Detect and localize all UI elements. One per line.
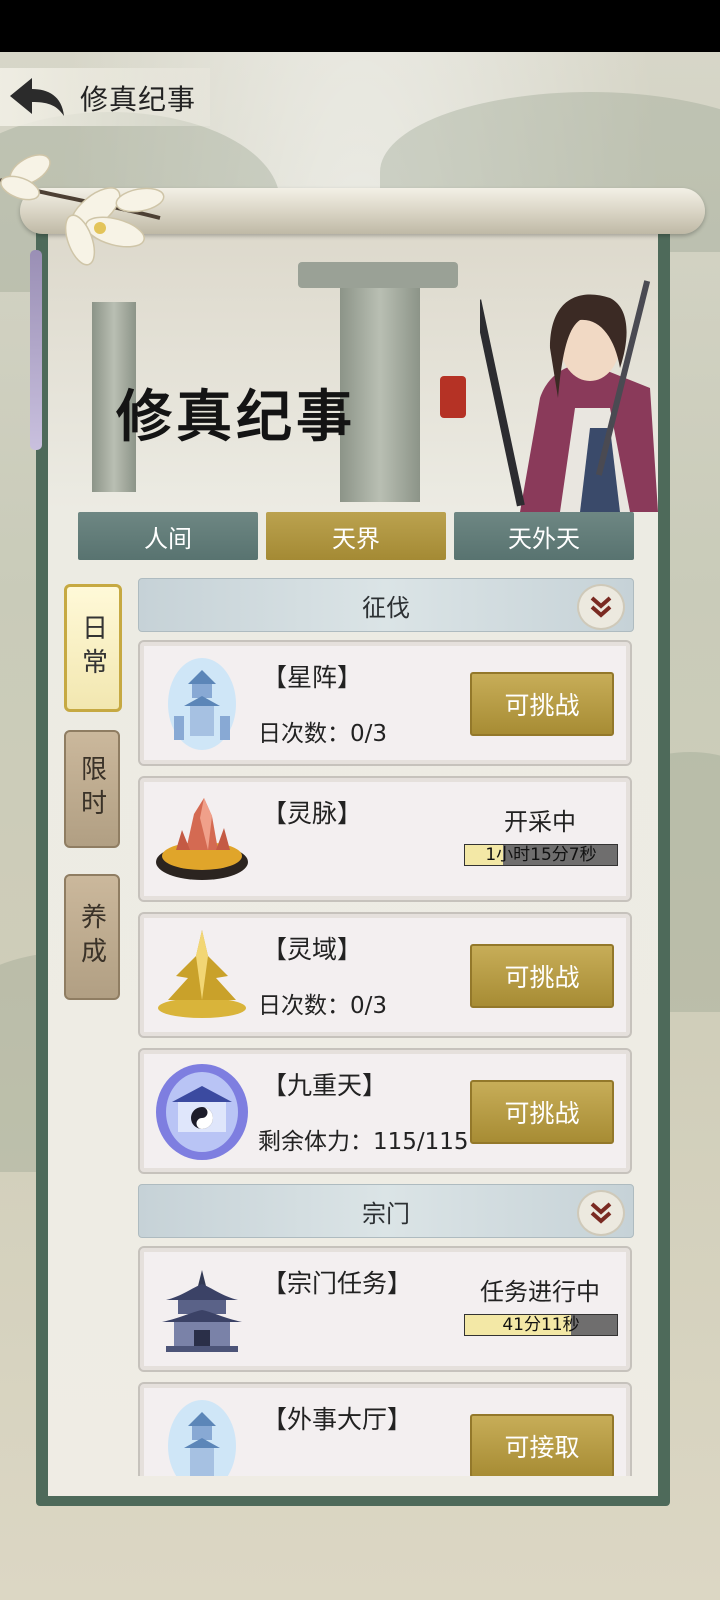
section-title-conquest: 征伐: [362, 593, 410, 622]
card-jiuchongtian-stamina: 剩余体力：115/115: [258, 1129, 469, 1155]
card-outer-hall-name: 【外事大厅】: [262, 1405, 413, 1434]
sect-task-progress-bar: 41分11秒: [464, 1314, 618, 1336]
challenge-xingzhen-button[interactable]: 可挑战: [470, 672, 614, 736]
swordsman-character-illustration: [480, 280, 658, 512]
card-lingyu: 【灵域】 日次数：0/3 可挑战: [138, 912, 632, 1038]
challenge-lingyu-button[interactable]: 可挑战: [470, 944, 614, 1008]
side-tab-daily[interactable]: 日常: [64, 584, 122, 712]
outer-hall-tower-icon: [168, 1400, 236, 1476]
collapse-sect-button[interactable]: [577, 1190, 625, 1236]
realm-tabs: 人间 天界 天外天: [78, 512, 634, 560]
side-tab-daily-label: 日常: [77, 614, 108, 682]
collapse-conquest-button[interactable]: [577, 584, 625, 630]
status-bar: [0, 0, 720, 52]
card-lingyu-name: 【灵域】: [262, 935, 363, 964]
card-sect-task-status: 任务进行中: [480, 1278, 600, 1306]
sect-task-timer: 41分11秒: [502, 1315, 580, 1335]
seal-stamp: [440, 376, 466, 418]
section-header-sect[interactable]: 宗门: [138, 1184, 634, 1238]
side-tab-limited-label: 限时: [76, 755, 107, 823]
card-jiuchongtian: 【九重天】 剩余体力：115/115 可挑战: [138, 1048, 632, 1174]
tassel-ornament: [30, 250, 42, 450]
back-button[interactable]: [8, 76, 66, 120]
card-lingmai: 【灵脉】 开采中 1小时15分7秒: [138, 776, 632, 902]
challenge-jiuchongtian-button[interactable]: 可挑战: [470, 1080, 614, 1144]
magnolia-flower-icon: [0, 154, 165, 266]
lingmai-timer: 1小时15分7秒: [485, 845, 597, 865]
card-lingyu-count: 日次数：0/3: [258, 993, 388, 1019]
tab-beyond-heaven[interactable]: 天外天: [454, 512, 634, 560]
side-tab-cultivation-label: 养成: [76, 903, 107, 971]
taiji-palace-icon: [156, 1064, 248, 1160]
spirit-crystal-icon: [156, 798, 248, 880]
sect-pavilion-icon: [162, 1270, 242, 1352]
card-xingzhen-count: 日次数：0/3: [258, 721, 388, 747]
banner-title: 修真纪事: [116, 384, 356, 450]
card-sect-task-name: 【宗门任务】: [262, 1269, 413, 1298]
section-title-sect: 宗门: [362, 1199, 410, 1228]
activity-list: 征伐 【星阵】 日次数：0/3 可挑战 【灵脉】 开采中 1小时15分7秒 【灵…: [138, 578, 634, 1476]
card-xingzhen: 【星阵】 日次数：0/3 可挑战: [138, 640, 632, 766]
double-chevron-down-icon: [590, 596, 612, 618]
side-tab-limited[interactable]: 限时: [64, 730, 120, 848]
star-array-tower-icon: [168, 658, 236, 750]
card-jiuchongtian-name: 【九重天】: [262, 1071, 388, 1100]
lingmai-progress-bar: 1小时15分7秒: [464, 844, 618, 866]
card-lingmai-status: 开采中: [504, 808, 576, 836]
card-outer-hall: 【外事大厅】 可接取: [138, 1382, 632, 1476]
section-header-conquest[interactable]: 征伐: [138, 578, 634, 632]
page-title: 修真纪事: [80, 83, 197, 116]
card-lingmai-name: 【灵脉】: [262, 799, 363, 828]
card-xingzhen-name: 【星阵】: [262, 663, 363, 692]
back-arrow-icon: [10, 78, 64, 116]
tab-human-realm[interactable]: 人间: [78, 512, 258, 560]
double-chevron-down-icon: [590, 1202, 612, 1224]
accept-outer-hall-button[interactable]: 可接取: [470, 1414, 614, 1476]
golden-pagoda-icon: [158, 930, 246, 1018]
card-sect-task: 【宗门任务】 任务进行中 41分11秒: [138, 1246, 632, 1372]
tab-heaven-realm[interactable]: 天界: [266, 512, 446, 560]
side-tab-cultivation[interactable]: 养成: [64, 874, 120, 1000]
